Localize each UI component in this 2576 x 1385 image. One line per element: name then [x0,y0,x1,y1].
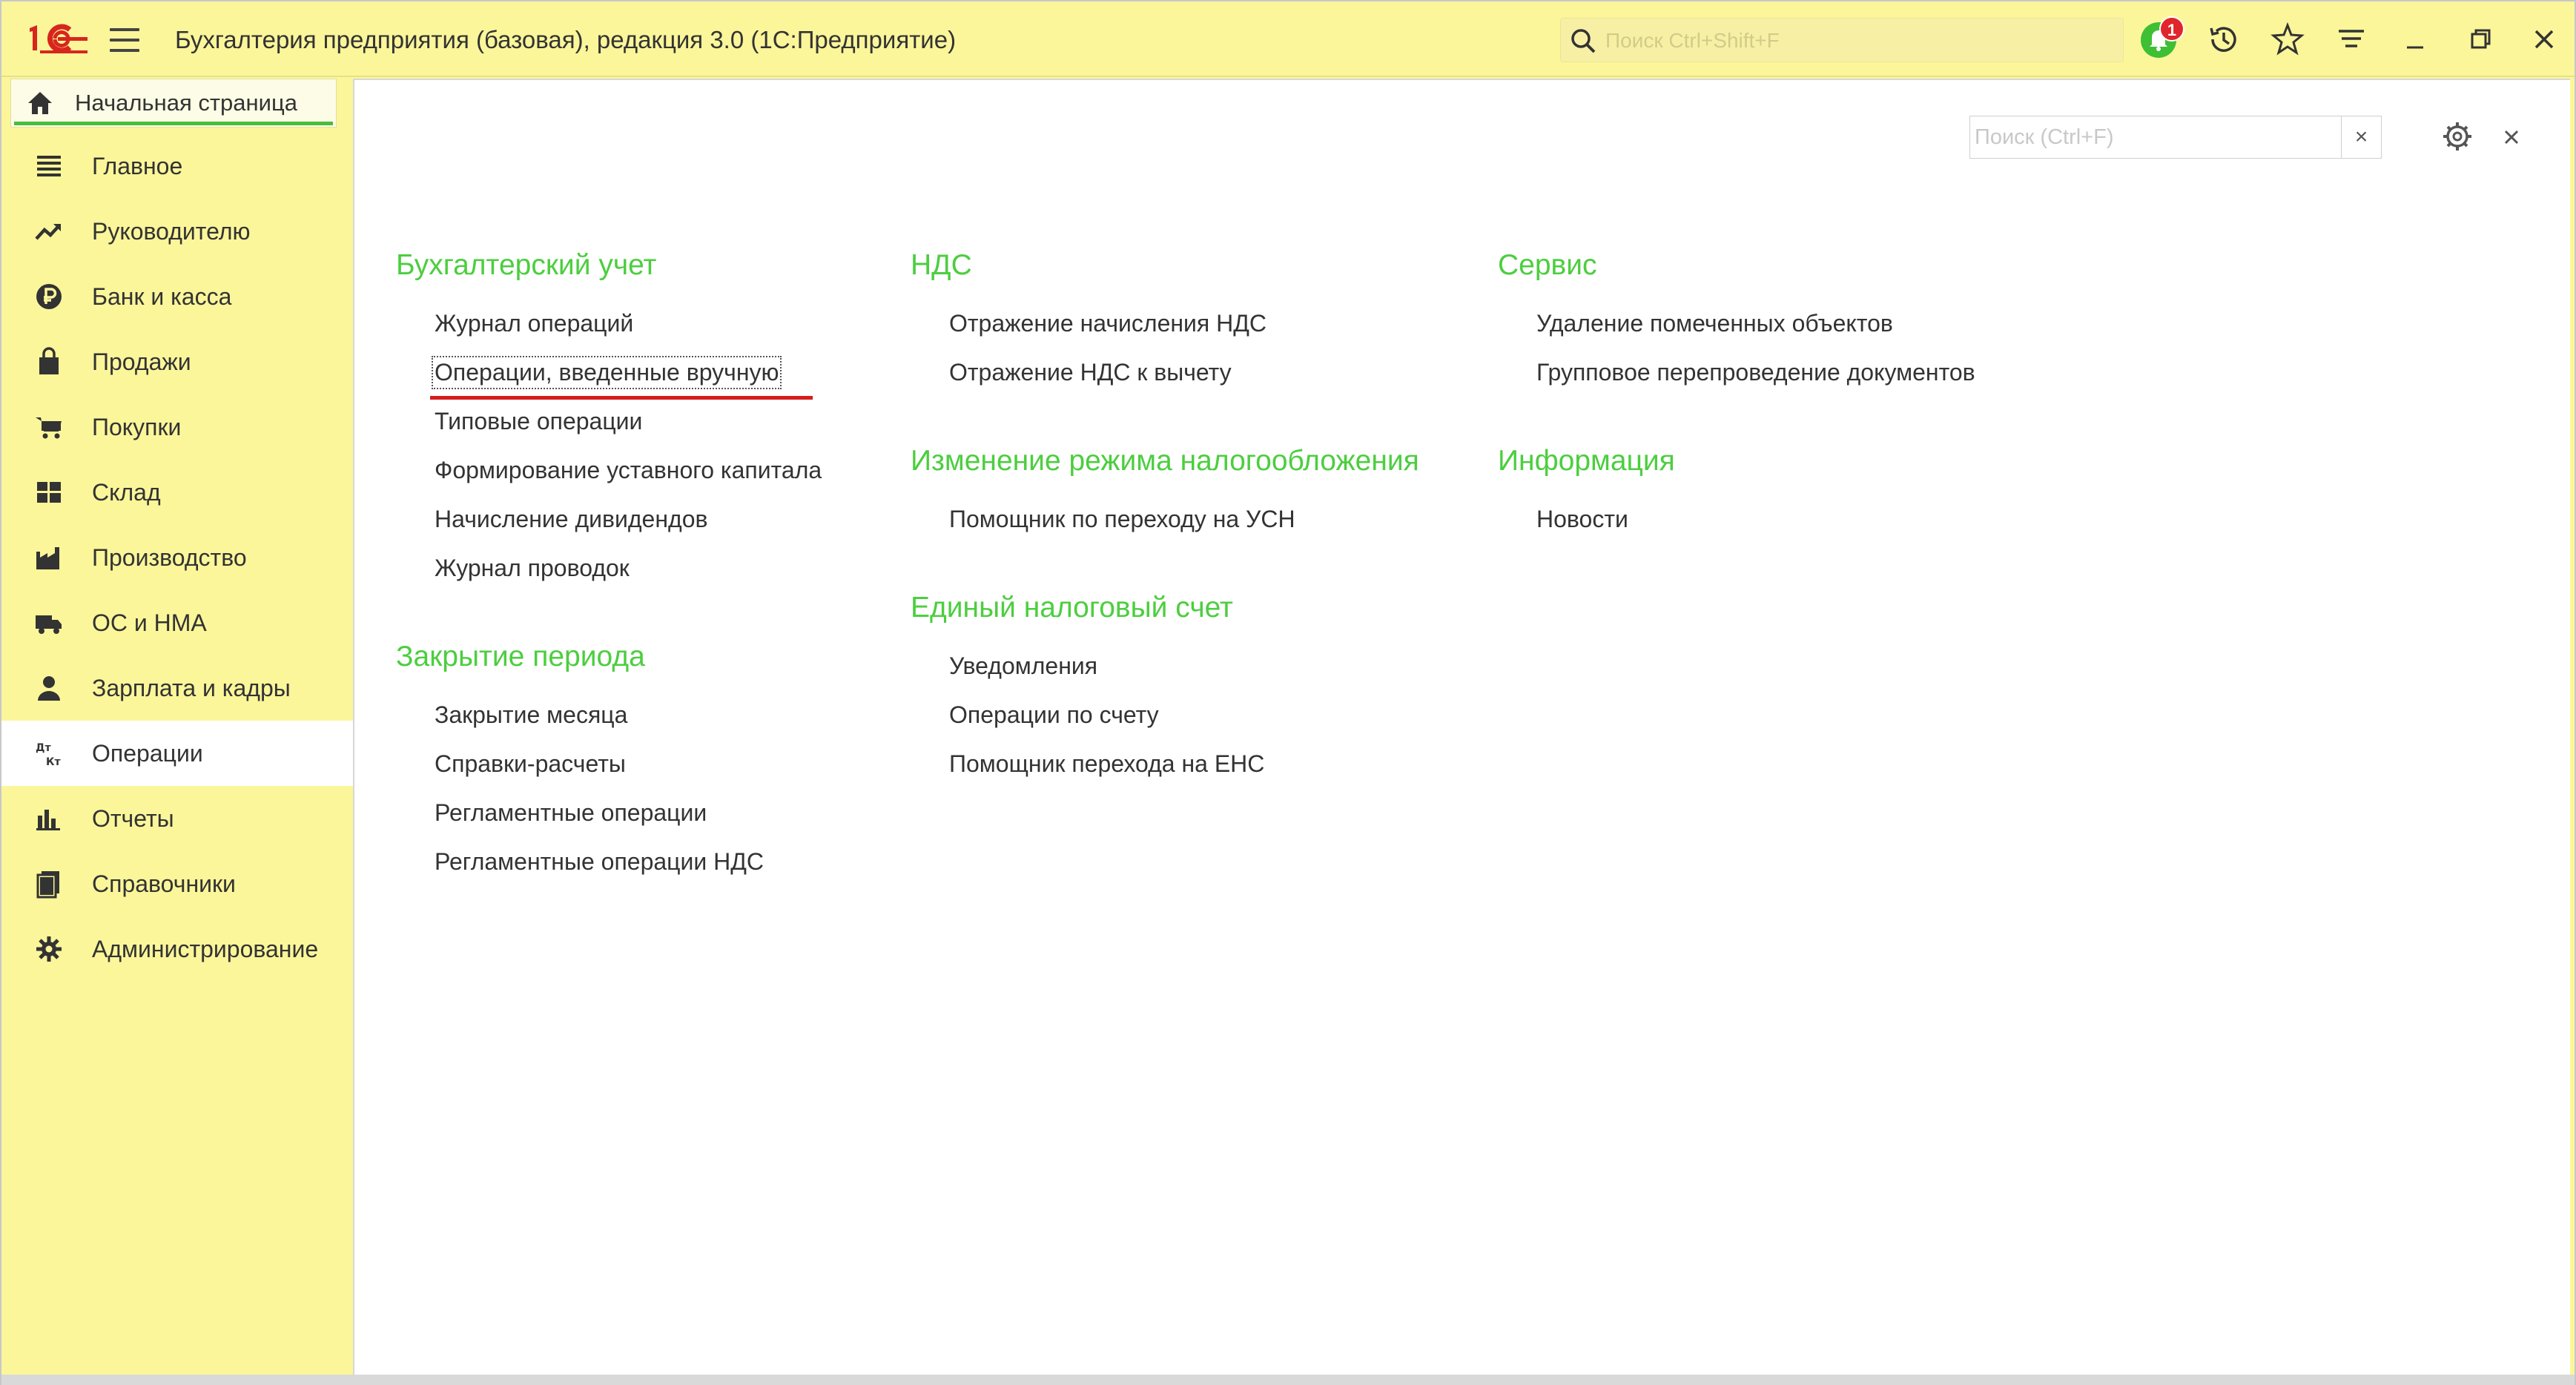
functions-filter-icon[interactable] [2331,19,2371,59]
link-notifications[interactable]: Уведомления [949,652,1097,680]
svg-text:Кт: Кт [46,756,61,768]
link-routine-vat-operations[interactable]: Регламентные операции НДС [435,848,764,876]
menu-lines-icon [37,156,61,176]
link-vat-accrual[interactable]: Отражение начисления НДС [949,310,1266,337]
link-month-close[interactable]: Закрытие месяца [435,701,627,729]
link-news[interactable]: Новости [1536,506,1628,533]
link-group-reposting[interactable]: Групповое перепроведение документов [1536,359,1975,386]
home-page-tab[interactable]: Начальная страница [10,79,337,128]
sidebar-item-label: Руководителю [92,218,251,245]
cart-icon [36,417,62,439]
global-search[interactable] [1560,18,2124,62]
notification-badge: 1 [2159,16,2184,42]
link-calculation-certificates[interactable]: Справки-расчеты [435,750,626,778]
svg-text:Дт: Дт [36,742,51,754]
favorites-star-icon[interactable] [2268,19,2308,59]
sidebar-item-label: Склад [92,479,161,506]
window-bottom-border [1,1375,2575,1385]
person-icon [38,676,60,701]
sidebar-item-label: Справочники [92,870,236,897]
restore-window-icon[interactable] [2460,19,2500,59]
section-title-vat: НДС [911,249,972,281]
app-window: Бухгалтерия предприятия (базовая), редак… [0,0,2576,1385]
link-manual-operations[interactable]: Операции, введенные вручную [431,356,782,389]
link-postings-journal[interactable]: Журнал проводок [435,555,630,582]
global-search-input[interactable] [1605,24,2110,57]
link-routine-operations[interactable]: Регламентные операции [435,799,707,827]
sidebar-item-sales[interactable]: Продажи [1,329,353,394]
shopping-bag-icon [39,347,59,374]
link-account-operations[interactable]: Операции по счету [949,701,1159,729]
link-authorized-capital[interactable]: Формирование уставного капитала [435,457,822,484]
title-bar: Бухгалтерия предприятия (базовая), редак… [1,1,2575,77]
sidebar-item-manager[interactable]: Руководителю [1,199,353,264]
main-menu-button[interactable] [110,28,139,52]
sidebar-item-label: Операции [92,740,203,767]
section-title-info: Информация [1498,445,1675,477]
settings-gear-icon[interactable] [2440,119,2475,154]
menu-line [110,39,139,42]
sidebar-item-main[interactable]: Главное [1,133,353,199]
sidebar-item-label: Зарплата и кадры [92,675,291,701]
sidebar-item-bank[interactable]: Банк и касса [1,264,353,329]
link-ens-wizard[interactable]: Помощник перехода на ЕНС [949,750,1264,778]
sidebar-item-label: Администрирование [92,936,319,962]
section-title-period-close: Закрытие периода [396,641,645,672]
debit-credit-icon: Дт Кт [36,742,61,768]
history-icon[interactable] [2204,19,2244,59]
sidebar-item-label: Банк и касса [92,283,232,310]
close-panel-icon[interactable] [2499,125,2524,150]
clear-search-button[interactable]: × [2341,116,2381,158]
1c-logo-icon[interactable] [25,21,89,56]
sidebar-item-label: Главное [92,153,183,179]
search-icon [1571,29,1596,53]
operations-panel: × Бухгалтерский учет Журнал операций Опе… [353,79,2570,1375]
panel-search[interactable]: × [1969,116,2382,159]
highlight-underline [430,396,813,400]
section-title-tax-mode: Изменение режима налогообложения [911,445,1419,477]
sidebar-item-label: Отчеты [92,805,174,832]
sidebar-item-administration[interactable]: Администрирование [1,916,353,982]
link-vat-deduction[interactable]: Отражение НДС к вычету [949,359,1232,386]
section-title-ens: Единый налоговый счет [911,592,1233,624]
link-operations-journal[interactable]: Журнал операций [435,310,633,337]
sidebar-item-operations[interactable]: Дт Кт Операции [1,721,353,786]
minimize-icon[interactable] [2395,19,2435,59]
sidebar-item-assets[interactable]: ОС и НМА [1,590,353,655]
sidebar-item-reports[interactable]: Отчеты [1,786,353,851]
section-title-accounting: Бухгалтерский учет [396,249,657,281]
close-window-icon[interactable] [2524,19,2564,59]
link-delete-marked[interactable]: Удаление помеченных объектов [1536,310,1893,337]
sidebar-item-catalogs[interactable]: Справочники [1,851,353,916]
sidebar-item-label: ОС и НМА [92,609,207,636]
sections-sidebar: Главное Руководителю Банк и касса Продаж… [1,133,353,1376]
link-typical-operations[interactable]: Типовые операции [435,408,642,435]
gear-icon [36,936,62,962]
menu-line [110,49,139,52]
sidebar-item-label: Производство [92,544,247,571]
sidebar-item-label: Покупки [92,414,182,440]
home-icon [28,92,52,114]
sidebar-item-warehouse[interactable]: Склад [1,460,353,525]
link-dividends[interactable]: Начисление дивидендов [435,506,707,533]
sidebar-item-label: Продажи [92,348,191,375]
warehouse-grid-icon [37,482,61,503]
panel-search-input[interactable] [1975,121,2331,153]
ruble-coin-icon [36,284,62,309]
section-title-service: Сервис [1498,249,1597,281]
bar-chart-icon [36,810,60,830]
books-icon [36,871,59,899]
active-tab-indicator [14,122,333,125]
menu-line [110,28,139,31]
factory-icon [36,547,59,569]
sidebar-item-purchases[interactable]: Покупки [1,394,353,460]
sidebar-item-production[interactable]: Производство [1,525,353,590]
sidebar-item-salary[interactable]: Зарплата и кадры [1,655,353,721]
truck-icon [36,615,62,634]
trend-up-icon [35,224,61,240]
home-tab-label: Начальная страница [75,90,297,116]
app-title: Бухгалтерия предприятия (базовая), редак… [175,26,957,53]
link-usn-wizard[interactable]: Помощник по переходу на УСН [949,506,1295,533]
